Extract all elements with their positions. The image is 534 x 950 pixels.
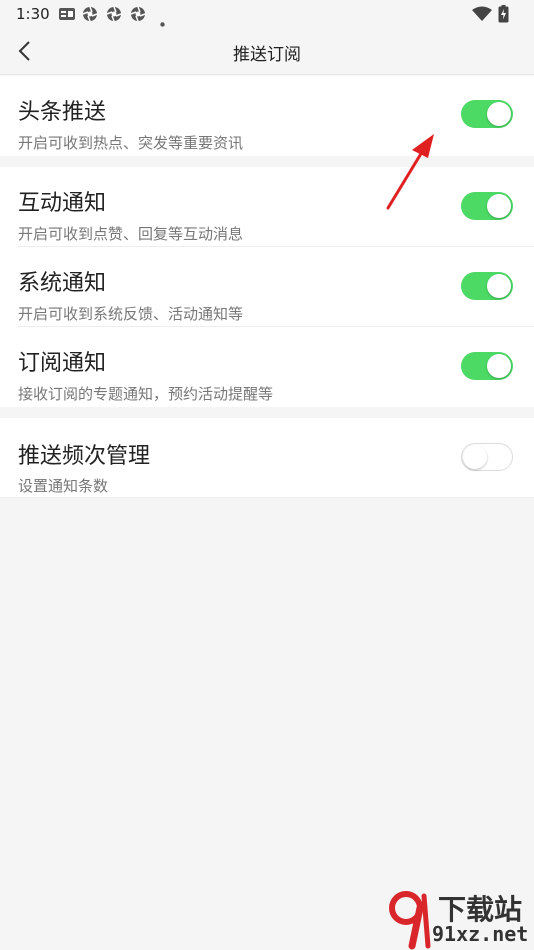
top-app-bar: 推送订阅 (0, 28, 534, 75)
push-frequency-toggle[interactable] (461, 443, 513, 471)
setting-subtitle: 接收订阅的专题通知，预约活动提醒等 (18, 385, 274, 403)
setting-row-push-frequency: 推送频次管理 设置通知条数 (0, 418, 534, 498)
toggle-knob (487, 194, 511, 218)
annotation-arrow-icon (386, 134, 434, 210)
watermark-logo-icon (389, 891, 431, 950)
setting-row-subscription: 订阅通知 接收订阅的专题通知，预约活动提醒等 (0, 327, 534, 407)
setting-subtitle: 开启可收到点赞、回复等互动消息 (18, 225, 244, 243)
toggle-knob (463, 445, 487, 469)
headline-push-toggle[interactable] (461, 100, 513, 128)
toggle-knob (487, 354, 511, 378)
setting-subtitle: 开启可收到热点、突发等重要资讯 (18, 134, 244, 152)
setting-title: 订阅通知 (18, 351, 107, 376)
setting-row-system: 系统通知 开启可收到系统反馈、活动通知等 (0, 247, 534, 327)
page-title: 推送订阅 (233, 45, 301, 65)
status-time: 1:30 (16, 5, 50, 23)
wifi-icon (472, 6, 492, 26)
interaction-toggle[interactable] (461, 192, 513, 220)
watermark-url: 91xz.net (432, 922, 529, 946)
setting-subtitle: 设置通知条数 (18, 477, 109, 495)
system-toggle[interactable] (461, 272, 513, 300)
setting-subtitle: 开启可收到系统反馈、活动通知等 (18, 305, 244, 323)
toggle-knob (487, 102, 511, 126)
setting-row-headline-push: 头条推送 开启可收到热点、突发等重要资讯 (0, 76, 534, 156)
setting-row-interaction: 互动通知 开启可收到点赞、回复等互动消息 (0, 167, 534, 247)
toggle-knob (487, 274, 511, 298)
system-icons (472, 5, 522, 23)
aperture-icon (106, 6, 122, 26)
news-app-icon (58, 6, 76, 26)
aperture-icon (82, 6, 98, 26)
aperture-icon (130, 6, 146, 26)
status-bar: 1:30 (0, 0, 534, 28)
setting-title: 系统通知 (18, 271, 107, 296)
watermark: 下载站 91xz.net (388, 888, 534, 950)
setting-title: 推送频次管理 (18, 444, 151, 469)
setting-title: 头条推送 (18, 100, 107, 125)
setting-title: 互动通知 (18, 191, 107, 216)
subscription-toggle[interactable] (461, 352, 513, 380)
divider (0, 497, 534, 498)
battery-icon (498, 5, 509, 27)
